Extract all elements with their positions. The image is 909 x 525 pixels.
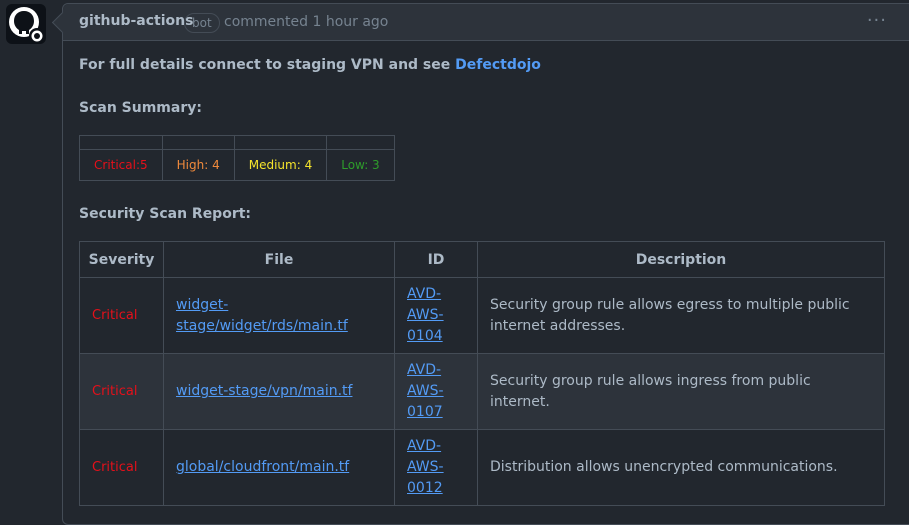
more-options-icon[interactable]: ··· <box>867 10 887 31</box>
description-cell: Security group rule allows ingress from … <box>477 353 885 430</box>
report-header-row: Severity File ID Description <box>79 241 885 278</box>
id-cell: AVD-AWS-0104 <box>394 277 478 354</box>
comment-box: github-actions bot commented 1 hour ago … <box>51 3 909 525</box>
comment-caret <box>51 11 74 34</box>
table-row: Critical global/cloudfront/main.tf AVD-A… <box>79 429 885 506</box>
intro-text: For full details connect to staging VPN … <box>79 57 451 73</box>
intro-line: For full details connect to staging VPN … <box>79 57 889 73</box>
scan-report-heading: Security Scan Report: <box>79 206 252 222</box>
id-cell: AVD-AWS-0012 <box>394 429 478 506</box>
file-cell: widget-stage/vpn/main.tf <box>163 353 395 430</box>
github-octocat-icon <box>9 7 45 44</box>
severity-cell: Critical <box>79 429 164 506</box>
column-header-id: ID <box>394 241 478 278</box>
avatar[interactable] <box>6 4 46 44</box>
file-cell: widget-stage/widget/rds/main.tf <box>163 277 395 354</box>
scan-summary-heading: Scan Summary: <box>79 100 202 116</box>
summary-high: High: 4 <box>161 149 235 181</box>
summary-header-row <box>79 135 395 150</box>
scan-summary-table: Critical:5 High: 4 Medium: 4 Low: 3 <box>79 135 395 181</box>
severity-cell: Critical <box>79 277 164 354</box>
severity-cell: Critical <box>79 353 164 430</box>
summary-row: Critical:5 High: 4 Medium: 4 Low: 3 <box>79 149 395 181</box>
comment-header: github-actions bot commented 1 hour ago … <box>51 4 909 41</box>
bot-badge: bot <box>184 13 220 33</box>
file-link[interactable]: widget-stage/vpn/main.tf <box>176 383 352 399</box>
file-link[interactable]: widget-stage/widget/rds/main.tf <box>176 297 348 334</box>
column-header-file: File <box>163 241 395 278</box>
column-header-description: Description <box>477 241 885 278</box>
summary-medium: Medium: 4 <box>233 149 328 181</box>
file-link[interactable]: global/cloudfront/main.tf <box>176 459 349 475</box>
summary-low: Low: 3 <box>326 149 395 181</box>
id-link[interactable]: AVD-AWS-0104 <box>407 286 444 344</box>
table-row: Critical widget-stage/vpn/main.tf AVD-AW… <box>79 353 885 430</box>
description-cell: Security group rule allows egress to mul… <box>477 277 885 354</box>
comment-timestamp[interactable]: commented 1 hour ago <box>224 14 388 30</box>
id-link[interactable]: AVD-AWS-0012 <box>407 438 444 496</box>
description-cell: Distribution allows unencrypted communic… <box>477 429 885 506</box>
table-row: Critical widget-stage/widget/rds/main.tf… <box>79 277 885 354</box>
file-cell: global/cloudfront/main.tf <box>163 429 395 506</box>
id-cell: AVD-AWS-0107 <box>394 353 478 430</box>
id-link[interactable]: AVD-AWS-0107 <box>407 362 444 420</box>
summary-critical: Critical:5 <box>79 149 163 181</box>
scan-report-table: Severity File ID Description Critical wi… <box>79 241 885 506</box>
author-link[interactable]: github-actions <box>79 13 193 29</box>
comment-body: For full details connect to staging VPN … <box>79 57 889 506</box>
column-header-severity: Severity <box>79 241 164 278</box>
defectdojo-link[interactable]: Defectdojo <box>455 57 541 73</box>
